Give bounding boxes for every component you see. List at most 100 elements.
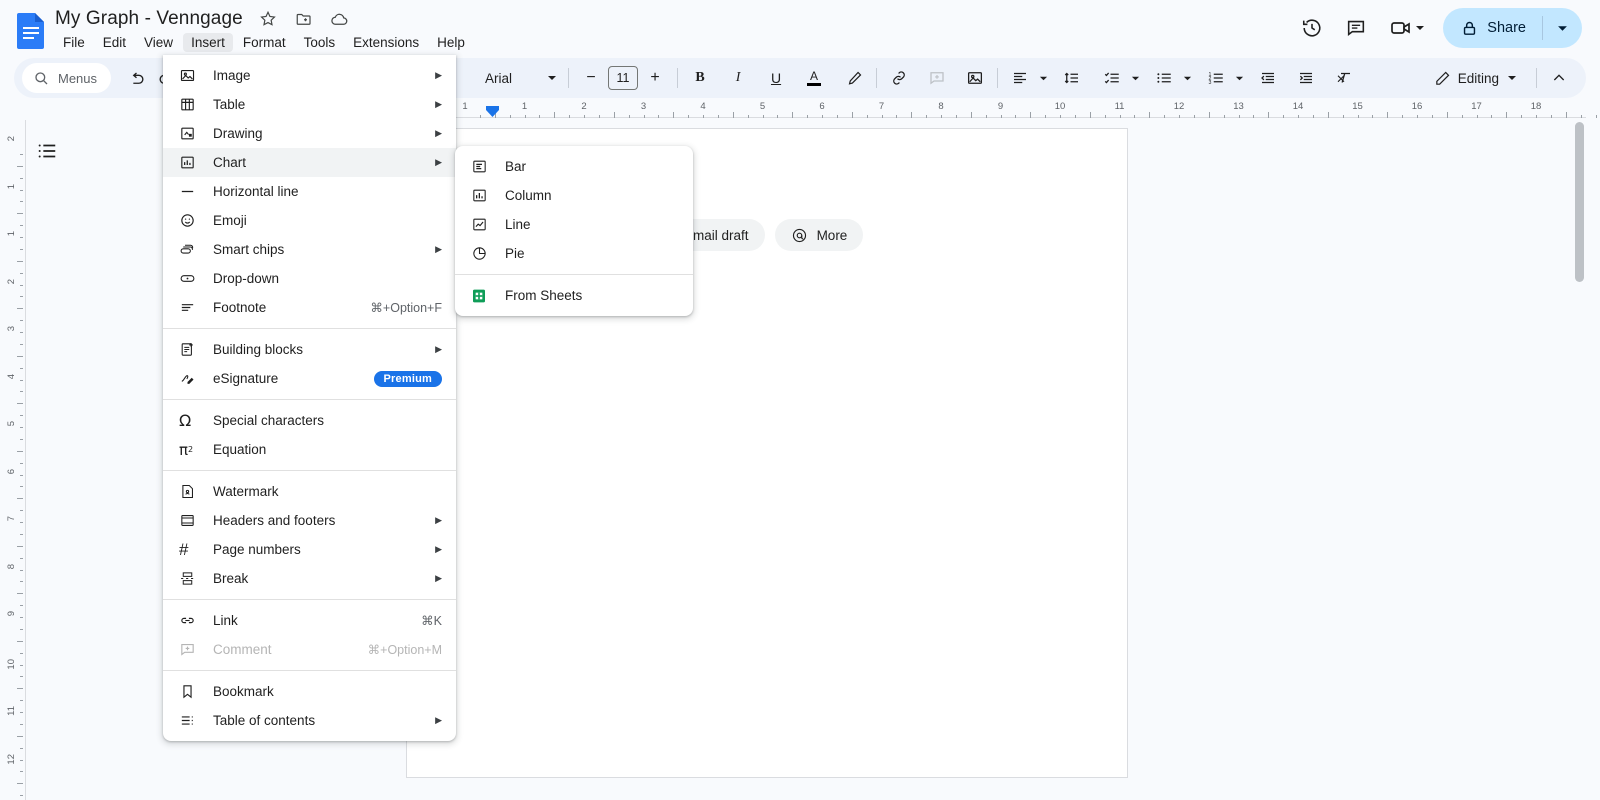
menu-edit[interactable]: Edit <box>95 33 134 52</box>
increase-indent-button[interactable] <box>1291 63 1321 93</box>
meet-button[interactable] <box>1381 9 1431 47</box>
ruler-number: 2 <box>581 101 587 112</box>
menu-item-page-numbers[interactable]: # Page numbers ▶ <box>163 535 456 564</box>
chart-menu-item-label: From Sheets <box>505 288 583 303</box>
menu-item-smart-chips[interactable]: Smart chips ▶ <box>163 235 456 264</box>
chart-menu-item-line[interactable]: Line <box>455 210 693 239</box>
add-comment-button[interactable] <box>922 63 952 93</box>
underline-button[interactable]: U <box>761 63 791 93</box>
vertical-ruler-tick <box>20 522 23 523</box>
text-color-swatch <box>807 82 822 86</box>
chart-menu-item-pie[interactable]: Pie <box>455 239 693 268</box>
vertical-ruler-tick <box>20 474 23 476</box>
chart-menu-item-bar[interactable]: Bar <box>455 152 693 181</box>
menu-item-emoji[interactable]: Emoji <box>163 206 456 235</box>
line-spacing-button[interactable] <box>1057 63 1087 93</box>
ruler-tick <box>822 115 823 118</box>
vertical-ruler-tick <box>20 391 23 393</box>
star-icon[interactable] <box>257 8 279 30</box>
menu-item-table-of-contents[interactable]: Table of contents ▶ <box>163 706 456 735</box>
menu-item-horizontal-line[interactable]: Horizontal line <box>163 177 456 206</box>
numbered-list-dropdown-caret[interactable] <box>1231 74 1247 83</box>
checklist-dropdown-caret[interactable] <box>1127 74 1143 83</box>
menu-format[interactable]: Format <box>235 33 294 52</box>
font-size-input[interactable]: 11 <box>608 66 639 90</box>
menu-item-drawing[interactable]: Drawing ▶ <box>163 119 456 148</box>
menu-item-chart[interactable]: Chart ▶ <box>163 148 456 177</box>
search-menus-button[interactable]: Menus <box>22 63 112 93</box>
editing-mode-selector[interactable]: Editing <box>1423 63 1529 93</box>
menu-extensions[interactable]: Extensions <box>345 33 427 52</box>
ruler-number: 16 <box>1411 101 1423 112</box>
italic-button[interactable]: I <box>723 63 753 93</box>
menu-item-table[interactable]: Table ▶ <box>163 90 456 119</box>
vertical-ruler-tick <box>20 605 23 607</box>
share-dropdown-caret[interactable] <box>1543 23 1582 34</box>
menu-item-watermark[interactable]: Watermark <box>163 477 456 506</box>
highlight-color-button[interactable] <box>839 63 869 93</box>
increase-font-size-button[interactable]: + <box>640 63 670 93</box>
align-dropdown-caret[interactable] <box>1035 74 1051 83</box>
bulleted-list-button[interactable] <box>1149 63 1179 93</box>
menu-item-image[interactable]: Image ▶ <box>163 61 456 90</box>
show-outline-icon[interactable] <box>36 140 58 167</box>
ruler-number: 10 <box>1054 101 1066 112</box>
vertical-scrollbar[interactable] <box>1575 122 1584 282</box>
insert-image-button[interactable] <box>960 63 990 93</box>
vertical-ruler-tick <box>17 403 23 405</box>
menu-item-building-blocks[interactable]: Building blocks ▶ <box>163 335 456 364</box>
menu-insert[interactable]: Insert <box>183 33 233 52</box>
chart-menu-item-column[interactable]: Column <box>455 181 693 210</box>
vertical-ruler-number: 1 <box>6 183 17 189</box>
page-title[interactable]: My Graph - Venngage <box>55 8 243 30</box>
vertical-ruler-tick <box>17 450 23 452</box>
vertical-ruler-tick <box>20 332 23 333</box>
ruler-tick <box>703 115 704 118</box>
menu-item-special-characters[interactable]: Ω Special characters <box>163 406 456 435</box>
menu-item-label: Chart <box>213 155 247 170</box>
vertical-ruler[interactable]: 2 1 1 2 3 4 5 6 7 8 9 10 11 12 <box>0 120 26 800</box>
menu-help[interactable]: Help <box>429 33 473 52</box>
hide-menus-button[interactable] <box>1544 63 1574 93</box>
undo-icon[interactable] <box>121 63 151 93</box>
clear-formatting-button[interactable] <box>1329 63 1359 93</box>
bold-button[interactable]: B <box>685 63 715 93</box>
text-color-button[interactable]: A <box>799 63 829 93</box>
search-label: Menus <box>58 70 98 86</box>
search-icon <box>35 72 48 85</box>
menu-item-bookmark[interactable]: Bookmark <box>163 677 456 706</box>
indent-marker[interactable] <box>486 104 499 117</box>
move-to-folder-icon[interactable] <box>293 8 315 30</box>
menu-item-esignature[interactable]: eSignature Premium <box>163 364 456 393</box>
menu-item-drop-down[interactable]: Drop-down <box>163 264 456 293</box>
menu-item-break[interactable]: Break ▶ <box>163 564 456 593</box>
menu-view[interactable]: View <box>136 33 181 52</box>
share-main[interactable]: Share <box>1443 8 1542 48</box>
ruler-tick <box>1431 115 1433 118</box>
font-family-selector[interactable]: Arial <box>477 63 561 93</box>
decrease-indent-button[interactable] <box>1253 63 1283 93</box>
cloud-saved-icon[interactable] <box>329 8 351 30</box>
checklist-button[interactable] <box>1097 63 1127 93</box>
ruler-tick <box>1402 115 1404 118</box>
decrease-font-size-button[interactable]: − <box>576 63 606 93</box>
menu-tools[interactable]: Tools <box>296 33 344 52</box>
align-button[interactable] <box>1005 63 1035 93</box>
vertical-ruler-tick <box>17 308 23 310</box>
menu-item-equation[interactable]: π2 Equation <box>163 435 456 464</box>
comment-icon[interactable] <box>1337 9 1375 47</box>
chip-more[interactable]: More <box>774 219 864 251</box>
docs-logo[interactable] <box>14 11 48 49</box>
ruler-tick <box>1595 115 1597 118</box>
menu-item-link[interactable]: Link ⌘K <box>163 606 456 635</box>
chart-menu-item-from-sheets[interactable]: From Sheets <box>455 281 693 310</box>
bulleted-list-dropdown-caret[interactable] <box>1179 74 1195 83</box>
menu-file[interactable]: File <box>55 33 93 52</box>
menu-item-footnote[interactable]: Footnote ⌘+Option+F <box>163 293 456 322</box>
menu-item-headers-and-footers[interactable]: Headers and footers ▶ <box>163 506 456 535</box>
share-button[interactable]: Share <box>1443 8 1582 48</box>
version-history-icon[interactable] <box>1293 9 1331 47</box>
numbered-list-button[interactable]: 123 <box>1201 63 1231 93</box>
insert-link-button[interactable] <box>884 63 914 93</box>
vertical-ruler-tick <box>20 367 23 369</box>
